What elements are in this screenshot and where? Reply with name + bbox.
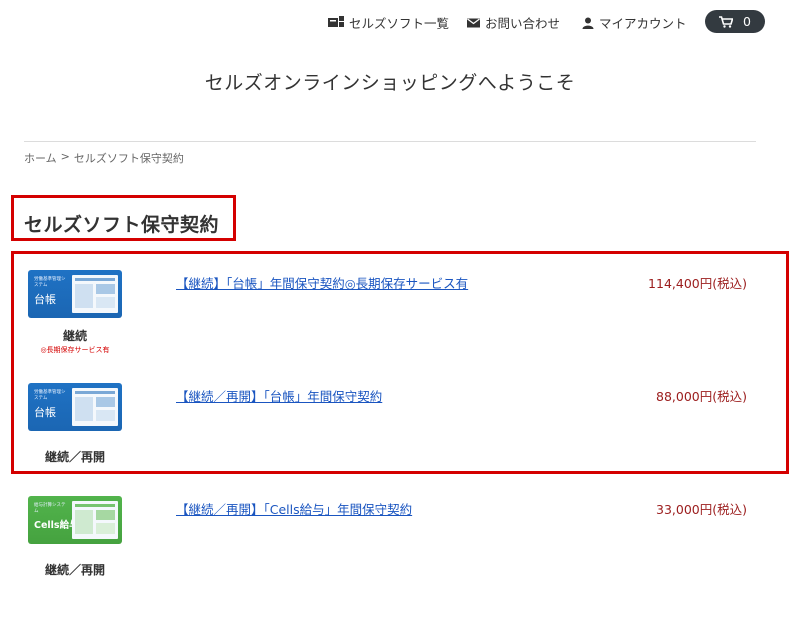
- product-link[interactable]: 【継続／再開】「Cells給与」年間保守契約: [176, 499, 412, 518]
- product-caption: 継続／再開: [44, 450, 105, 464]
- mail-icon: [467, 18, 480, 27]
- nav-contact-label: お問い合わせ: [485, 16, 561, 31]
- header-divider: [24, 141, 756, 142]
- nav-software-list-label: セルズソフト一覧: [349, 16, 450, 31]
- product-caption-sub: ◎長期保存サービス有: [40, 346, 110, 354]
- welcome-heading: セルズオンラインショッピングへようこそ: [204, 72, 576, 94]
- thumbnail-product-name: 台帳: [34, 406, 56, 419]
- product-thumbnail[interactable]: 労働基準管理システム 台帳: [28, 270, 122, 318]
- product-caption: 継続／再開: [44, 563, 105, 577]
- product-thumbnail[interactable]: 給与計算システム Cells給与: [28, 496, 122, 544]
- thumbnail-screen-preview: [72, 275, 118, 313]
- product-price: 88,000円(税込): [656, 389, 747, 404]
- product-link[interactable]: 【継続／再開】「台帳」年間保守契約: [176, 386, 382, 405]
- nav-software-list[interactable]: セルズソフト一覧: [328, 13, 449, 32]
- product-link[interactable]: 【継続】「台帳」年間保守契約◎長期保存サービス有: [176, 273, 468, 292]
- thumbnail-product-name: 台帳: [34, 293, 56, 306]
- product-caption: 継続: [62, 329, 87, 343]
- nav-my-account-label: マイアカウント: [599, 16, 687, 31]
- breadcrumb: ホーム > セルズソフト保守契約: [24, 150, 184, 166]
- top-navigation: セルズソフト一覧 お問い合わせ マイアカウント 0: [0, 9, 800, 35]
- product-price: 33,000円(税込): [656, 502, 747, 517]
- thumbnail-subtitle: 給与計算システム: [34, 503, 66, 514]
- cart-count: 0: [743, 14, 751, 29]
- page-title: セルズソフト保守契約: [24, 214, 220, 236]
- breadcrumb-home-link[interactable]: ホーム: [24, 150, 57, 166]
- breadcrumb-current: セルズソフト保守契約: [73, 152, 184, 165]
- cart-icon: [719, 15, 734, 28]
- nav-contact[interactable]: お問い合わせ: [467, 13, 560, 32]
- thumbnail-subtitle: 労働基準管理システム: [34, 277, 66, 288]
- product-thumbnail[interactable]: 労働基準管理システム 台帳: [28, 383, 122, 431]
- breadcrumb-separator: >: [60, 150, 70, 163]
- thumbnail-screen-preview: [72, 501, 118, 539]
- software-list-icon: [328, 16, 344, 27]
- nav-my-account[interactable]: マイアカウント: [582, 13, 687, 32]
- thumbnail-screen-preview: [72, 388, 118, 426]
- thumbnail-subtitle: 労働基準管理システム: [34, 390, 66, 401]
- product-price: 114,400円(税込): [648, 276, 747, 291]
- user-icon: [582, 17, 594, 29]
- cart-button[interactable]: 0: [705, 10, 765, 33]
